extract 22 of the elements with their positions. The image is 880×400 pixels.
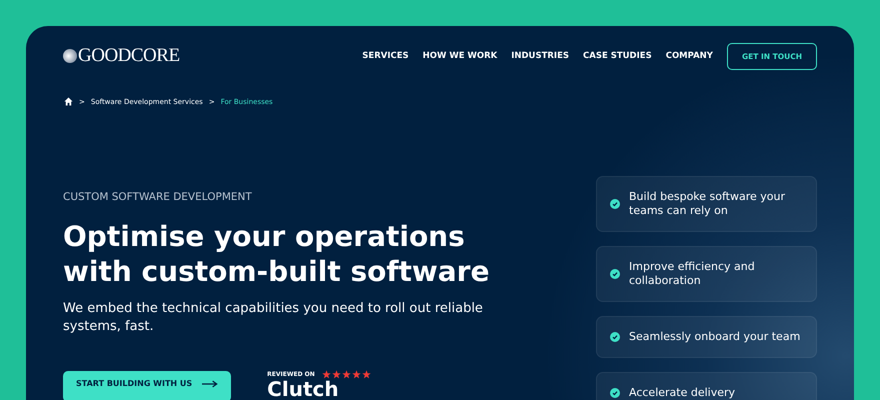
- arrow-icon: [202, 380, 218, 388]
- check-icon: [610, 332, 620, 342]
- hero-heading: Optimise your operations with custom-built software: [63, 219, 490, 289]
- start-button[interactable]: START BUILDING WITH US: [63, 371, 232, 400]
- check-icon: [610, 388, 620, 398]
- benefit-text: Improve efficiency and collaboration: [629, 260, 756, 288]
- logo[interactable]: GOODCORE: [78, 45, 180, 67]
- nav-link[interactable]: CASE STUDIES: [583, 51, 652, 61]
- nav-link[interactable]: HOW WE WORK: [422, 51, 498, 61]
- eyebrow-text: CUSTOM SOFTWARE DEVELOPMENT: [63, 191, 253, 203]
- home-icon[interactable]: [64, 97, 73, 106]
- check-icon: [610, 269, 620, 279]
- logo-icon: [63, 49, 77, 63]
- nav-link[interactable]: SERVICES: [362, 51, 409, 61]
- hero-subtitle: We embed the technical capabilities you need to roll out reliable systems, fast.: [63, 300, 484, 336]
- nav-link[interactable]: COMPANY: [666, 51, 713, 61]
- benefit-text: Build bespoke software your teams can rely on: [629, 190, 786, 218]
- nav-link[interactable]: INDUSTRIES: [511, 51, 570, 61]
- benefit-text: Accelerate delivery: [629, 386, 736, 400]
- benefit-text: Seamlessly onboard your team: [629, 330, 800, 344]
- check-icon: [610, 199, 620, 209]
- brand-logo-text[interactable]: Clutch: [267, 379, 371, 399]
